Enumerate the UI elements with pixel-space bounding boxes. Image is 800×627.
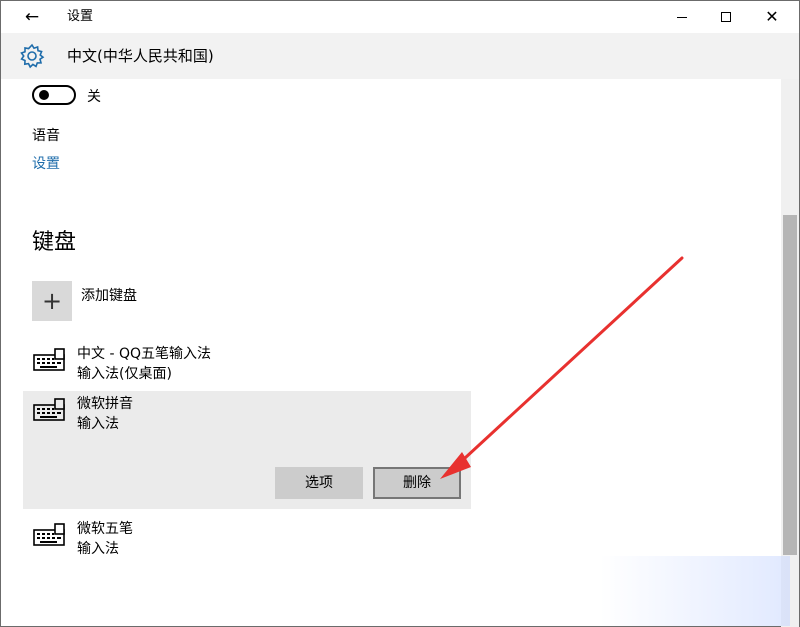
keyboard-item-ms-wubi[interactable]: 微软五笔 输入法: [23, 516, 471, 562]
delete-button[interactable]: 删除: [373, 467, 461, 499]
keyboard-item-type: 输入法: [77, 541, 119, 557]
keyboard-item-name: 微软五笔: [77, 521, 133, 537]
options-button[interactable]: 选项: [275, 467, 363, 499]
scrollbar-thumb[interactable]: [783, 215, 797, 555]
toggle-knob: [39, 90, 49, 100]
keyboard-icon: [33, 348, 65, 371]
keyboard-item-name: 中文 - QQ五笔输入法: [77, 346, 211, 362]
back-arrow-icon: ←: [24, 7, 40, 27]
page-header: 中文(中华人民共和国): [1, 33, 799, 79]
add-keyboard-label[interactable]: 添加键盘: [81, 285, 137, 305]
minimize-button[interactable]: [659, 1, 705, 33]
toggle-state-label: 关: [87, 89, 101, 105]
keyboard-item-ms-pinyin[interactable]: 微软拼音 输入法 选项 删除: [23, 391, 471, 509]
speech-settings-link[interactable]: 设置: [32, 153, 60, 173]
keyboard-item-qq-wubi[interactable]: 中文 - QQ五笔输入法 输入法(仅桌面): [23, 341, 471, 387]
keyboard-item-type: 输入法: [77, 416, 119, 432]
close-button[interactable]: ✕: [749, 1, 795, 33]
maximize-button[interactable]: [703, 1, 749, 33]
settings-content: 关 语音 设置 键盘 + 添加键盘 中文 - QQ五笔输入法 输入法(仅桌面): [1, 79, 781, 627]
add-keyboard-button[interactable]: +: [32, 281, 72, 321]
plus-icon: +: [41, 287, 63, 315]
speech-section-label: 语音: [32, 128, 60, 144]
keyboard-section-heading: 键盘: [32, 230, 77, 255]
keyboard-item-type: 输入法(仅桌面): [77, 366, 172, 382]
maximize-icon: [721, 12, 731, 22]
keyboard-icon: [33, 523, 65, 546]
toggle-switch[interactable]: [32, 85, 76, 105]
settings-window: ← 设置 ✕ 中文(中华人民共和国) 关 语音 设置 键盘 + 添加键盘 中文 …: [0, 0, 800, 627]
back-button[interactable]: ←: [21, 6, 43, 28]
keyboard-item-name: 微软拼音: [77, 396, 133, 412]
vertical-scrollbar[interactable]: [781, 79, 799, 627]
keyboard-icon: [33, 398, 65, 421]
title-bar: ← 设置 ✕: [1, 1, 799, 33]
close-icon: ✕: [765, 7, 779, 26]
page-title: 中文(中华人民共和国): [67, 47, 214, 65]
gear-icon: [20, 43, 45, 69]
minimize-icon: [677, 16, 687, 18]
window-title: 设置: [67, 9, 94, 24]
